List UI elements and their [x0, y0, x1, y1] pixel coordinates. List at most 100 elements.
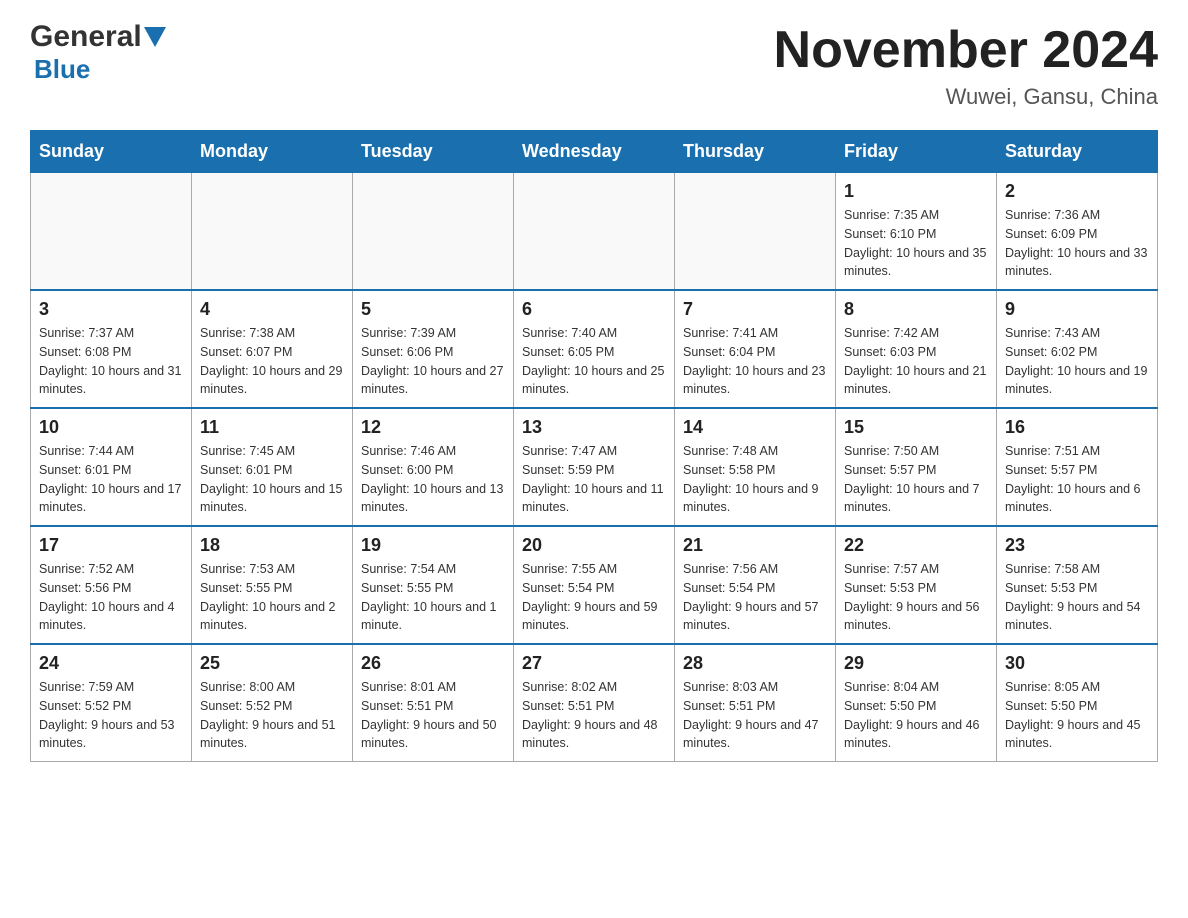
day-number: 21: [683, 535, 827, 556]
header-wednesday: Wednesday: [514, 131, 675, 173]
day-number: 29: [844, 653, 988, 674]
day-info: Sunrise: 7:37 AM Sunset: 6:08 PM Dayligh…: [39, 324, 183, 399]
day-cell: 16 Sunrise: 7:51 AM Sunset: 5:57 PM Dayli…: [997, 408, 1158, 526]
day-number: 13: [522, 417, 666, 438]
day-info: Sunrise: 8:04 AM Sunset: 5:50 PM Dayligh…: [844, 678, 988, 753]
day-cell: 22 Sunrise: 7:57 AM Sunset: 5:53 PM Dayli…: [836, 526, 997, 644]
day-number: 15: [844, 417, 988, 438]
week-row-1: 1 Sunrise: 7:35 AM Sunset: 6:10 PM Daylig…: [31, 173, 1158, 291]
day-info: Sunrise: 7:44 AM Sunset: 6:01 PM Dayligh…: [39, 442, 183, 517]
day-number: 1: [844, 181, 988, 202]
day-info: Sunrise: 7:41 AM Sunset: 6:04 PM Dayligh…: [683, 324, 827, 399]
day-cell: 12 Sunrise: 7:46 AM Sunset: 6:00 PM Dayli…: [353, 408, 514, 526]
day-info: Sunrise: 7:57 AM Sunset: 5:53 PM Dayligh…: [844, 560, 988, 635]
header-saturday: Saturday: [997, 131, 1158, 173]
logo-arrow-icon: [144, 27, 166, 52]
day-cell: 1 Sunrise: 7:35 AM Sunset: 6:10 PM Daylig…: [836, 173, 997, 291]
day-cell: [31, 173, 192, 291]
day-number: 5: [361, 299, 505, 320]
week-row-4: 17Sunrise: 7:52 AM Sunset: 5:56 PM Dayli…: [31, 526, 1158, 644]
day-info: Sunrise: 7:56 AM Sunset: 5:54 PM Dayligh…: [683, 560, 827, 635]
day-cell: 29 Sunrise: 8:04 AM Sunset: 5:50 PM Dayli…: [836, 644, 997, 762]
day-number: 10: [39, 417, 183, 438]
day-cell: 28 Sunrise: 8:03 AM Sunset: 5:51 PM Dayli…: [675, 644, 836, 762]
day-cell: [675, 173, 836, 291]
day-number: 25: [200, 653, 344, 674]
day-info: Sunrise: 7:45 AM Sunset: 6:01 PM Dayligh…: [200, 442, 344, 517]
day-info: Sunrise: 7:58 AM Sunset: 5:53 PM Dayligh…: [1005, 560, 1149, 635]
day-cell: 14Sunrise: 7:48 AM Sunset: 5:58 PM Dayli…: [675, 408, 836, 526]
day-cell: 17Sunrise: 7:52 AM Sunset: 5:56 PM Dayli…: [31, 526, 192, 644]
day-cell: 11 Sunrise: 7:45 AM Sunset: 6:01 PM Dayli…: [192, 408, 353, 526]
day-info: Sunrise: 8:03 AM Sunset: 5:51 PM Dayligh…: [683, 678, 827, 753]
day-cell: 26Sunrise: 8:01 AM Sunset: 5:51 PM Dayli…: [353, 644, 514, 762]
day-info: Sunrise: 7:59 AM Sunset: 5:52 PM Dayligh…: [39, 678, 183, 753]
day-number: 22: [844, 535, 988, 556]
day-cell: 5 Sunrise: 7:39 AM Sunset: 6:06 PM Daylig…: [353, 290, 514, 408]
subtitle: Wuwei, Gansu, China: [774, 84, 1158, 110]
day-cell: 3 Sunrise: 7:37 AM Sunset: 6:08 PM Daylig…: [31, 290, 192, 408]
header-monday: Monday: [192, 131, 353, 173]
day-cell: [192, 173, 353, 291]
day-cell: 7 Sunrise: 7:41 AM Sunset: 6:04 PM Daylig…: [675, 290, 836, 408]
day-number: 28: [683, 653, 827, 674]
day-cell: 18Sunrise: 7:53 AM Sunset: 5:55 PM Dayli…: [192, 526, 353, 644]
logo: General Blue: [30, 20, 166, 85]
day-info: Sunrise: 7:55 AM Sunset: 5:54 PM Dayligh…: [522, 560, 666, 635]
day-cell: 4Sunrise: 7:38 AM Sunset: 6:07 PM Daylig…: [192, 290, 353, 408]
header-friday: Friday: [836, 131, 997, 173]
day-number: 30: [1005, 653, 1149, 674]
day-info: Sunrise: 7:53 AM Sunset: 5:55 PM Dayligh…: [200, 560, 344, 635]
day-number: 17: [39, 535, 183, 556]
day-info: Sunrise: 7:47 AM Sunset: 5:59 PM Dayligh…: [522, 442, 666, 517]
day-number: 3: [39, 299, 183, 320]
day-cell: 19Sunrise: 7:54 AM Sunset: 5:55 PM Dayli…: [353, 526, 514, 644]
day-cell: 2 Sunrise: 7:36 AM Sunset: 6:09 PM Daylig…: [997, 173, 1158, 291]
day-cell: 15 Sunrise: 7:50 AM Sunset: 5:57 PM Dayli…: [836, 408, 997, 526]
day-number: 14: [683, 417, 827, 438]
day-cell: 24 Sunrise: 7:59 AM Sunset: 5:52 PM Dayli…: [31, 644, 192, 762]
calendar-header-row: Sunday Monday Tuesday Wednesday Thursday…: [31, 131, 1158, 173]
day-number: 11: [200, 417, 344, 438]
day-cell: 8 Sunrise: 7:42 AM Sunset: 6:03 PM Daylig…: [836, 290, 997, 408]
day-cell: 27Sunrise: 8:02 AM Sunset: 5:51 PM Dayli…: [514, 644, 675, 762]
day-info: Sunrise: 7:39 AM Sunset: 6:06 PM Dayligh…: [361, 324, 505, 399]
day-info: Sunrise: 7:46 AM Sunset: 6:00 PM Dayligh…: [361, 442, 505, 517]
day-number: 9: [1005, 299, 1149, 320]
main-title: November 2024: [774, 20, 1158, 80]
day-info: Sunrise: 7:40 AM Sunset: 6:05 PM Dayligh…: [522, 324, 666, 399]
header-sunday: Sunday: [31, 131, 192, 173]
day-number: 12: [361, 417, 505, 438]
day-number: 27: [522, 653, 666, 674]
day-number: 6: [522, 299, 666, 320]
page-header: General Blue November 2024 Wuwei, Gansu,…: [30, 20, 1158, 110]
day-info: Sunrise: 8:01 AM Sunset: 5:51 PM Dayligh…: [361, 678, 505, 753]
day-info: Sunrise: 7:35 AM Sunset: 6:10 PM Dayligh…: [844, 206, 988, 281]
week-row-5: 24 Sunrise: 7:59 AM Sunset: 5:52 PM Dayli…: [31, 644, 1158, 762]
day-info: Sunrise: 7:36 AM Sunset: 6:09 PM Dayligh…: [1005, 206, 1149, 281]
day-cell: 13 Sunrise: 7:47 AM Sunset: 5:59 PM Dayli…: [514, 408, 675, 526]
week-row-3: 10 Sunrise: 7:44 AM Sunset: 6:01 PM Dayli…: [31, 408, 1158, 526]
day-cell: [514, 173, 675, 291]
logo-blue-text: Blue: [34, 54, 90, 84]
day-cell: 21 Sunrise: 7:56 AM Sunset: 5:54 PM Dayli…: [675, 526, 836, 644]
day-number: 7: [683, 299, 827, 320]
day-cell: 10 Sunrise: 7:44 AM Sunset: 6:01 PM Dayli…: [31, 408, 192, 526]
day-cell: 20Sunrise: 7:55 AM Sunset: 5:54 PM Dayli…: [514, 526, 675, 644]
week-row-2: 3 Sunrise: 7:37 AM Sunset: 6:08 PM Daylig…: [31, 290, 1158, 408]
day-info: Sunrise: 7:50 AM Sunset: 5:57 PM Dayligh…: [844, 442, 988, 517]
day-info: Sunrise: 7:42 AM Sunset: 6:03 PM Dayligh…: [844, 324, 988, 399]
day-number: 16: [1005, 417, 1149, 438]
header-thursday: Thursday: [675, 131, 836, 173]
day-number: 24: [39, 653, 183, 674]
day-info: Sunrise: 7:51 AM Sunset: 5:57 PM Dayligh…: [1005, 442, 1149, 517]
day-cell: 23 Sunrise: 7:58 AM Sunset: 5:53 PM Dayli…: [997, 526, 1158, 644]
day-cell: 9 Sunrise: 7:43 AM Sunset: 6:02 PM Daylig…: [997, 290, 1158, 408]
day-number: 2: [1005, 181, 1149, 202]
day-info: Sunrise: 7:54 AM Sunset: 5:55 PM Dayligh…: [361, 560, 505, 635]
day-number: 8: [844, 299, 988, 320]
day-cell: [353, 173, 514, 291]
day-info: Sunrise: 7:43 AM Sunset: 6:02 PM Dayligh…: [1005, 324, 1149, 399]
day-number: 23: [1005, 535, 1149, 556]
logo-general-text: General: [30, 20, 142, 54]
